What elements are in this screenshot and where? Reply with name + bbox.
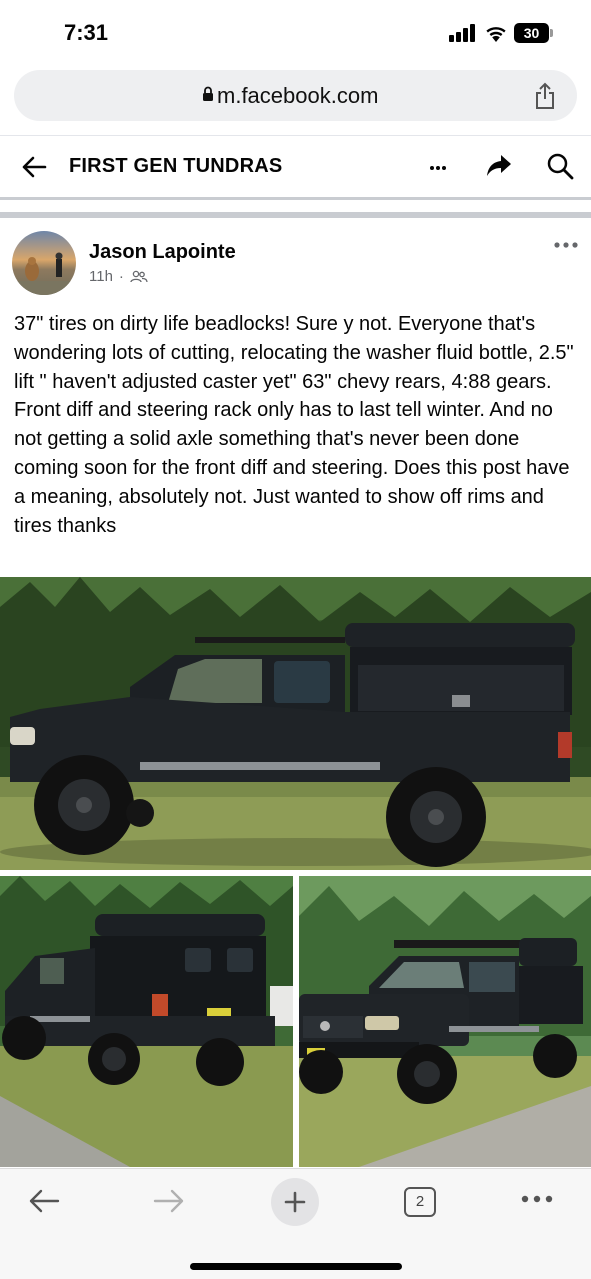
battery-level: 30 — [514, 23, 549, 43]
group-title[interactable]: FIRST GEN TUNDRAS — [69, 155, 282, 178]
avatar[interactable] — [12, 231, 76, 295]
cellular-signal-icon — [449, 24, 475, 42]
browser-menu-icon[interactable] — [520, 1194, 554, 1204]
post-author[interactable]: Jason Lapointe — [89, 241, 236, 264]
browser-toolbar: 2 — [0, 1168, 591, 1279]
search-icon[interactable] — [546, 152, 574, 180]
truck-side-photo — [0, 577, 591, 870]
battery-icon: 30 — [514, 23, 553, 43]
lock-icon — [203, 86, 213, 101]
post-time[interactable]: 11h — [89, 268, 113, 285]
divider — [0, 212, 591, 218]
url-text: m.facebook.com — [217, 83, 379, 108]
post-photo[interactable] — [299, 876, 591, 1167]
browser-back-icon[interactable] — [28, 1187, 60, 1215]
meta-separator: · — [118, 268, 124, 285]
more-options-icon[interactable] — [426, 156, 450, 176]
post-photo[interactable] — [0, 876, 293, 1167]
plus-icon — [284, 1191, 306, 1213]
wifi-icon — [486, 27, 506, 42]
status-time: 7:31 — [64, 20, 109, 45]
share-arrow-icon[interactable] — [486, 152, 512, 178]
members-icon — [130, 270, 148, 282]
post-photo[interactable] — [0, 577, 591, 870]
group-header: FIRST GEN TUNDRAS — [0, 135, 591, 197]
status-bar: 7:31 30 — [0, 0, 591, 64]
post-options-icon[interactable] — [553, 238, 579, 252]
back-arrow-icon[interactable] — [20, 153, 48, 181]
post-text: 37" tires on dirty life beadlocks! Sure … — [14, 313, 574, 537]
home-indicator — [190, 1263, 402, 1270]
tabs-button[interactable]: 2 — [404, 1187, 436, 1217]
divider — [0, 197, 591, 200]
address-bar[interactable]: m.facebook.com — [14, 70, 577, 121]
truck-rear-photo — [0, 876, 293, 1167]
new-tab-button[interactable] — [271, 1178, 319, 1226]
truck-front-photo — [299, 876, 591, 1167]
browser-forward-icon[interactable] — [153, 1187, 185, 1215]
share-icon[interactable] — [534, 82, 556, 110]
post-meta: 11h · — [89, 268, 148, 285]
